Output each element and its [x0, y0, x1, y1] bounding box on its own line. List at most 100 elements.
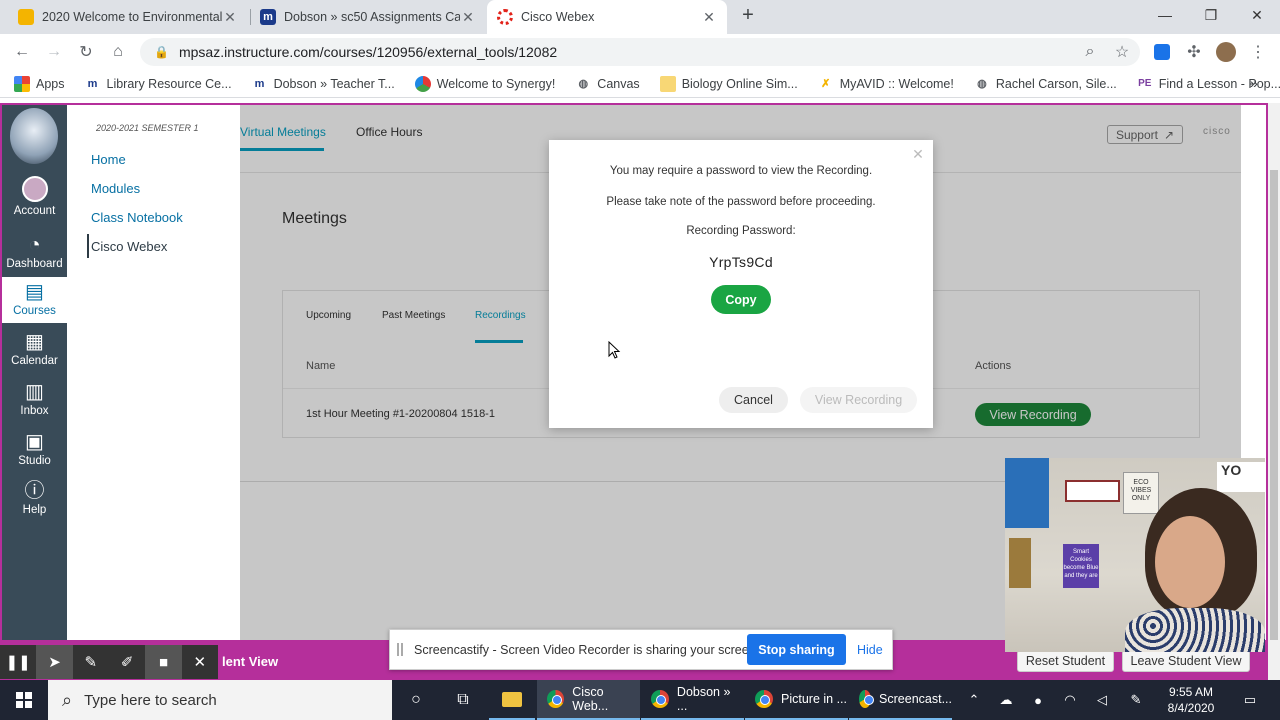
global-nav-courses[interactable]: ▤ Courses: [2, 277, 67, 323]
address-bar[interactable]: 🔒 mpsaz.instructure.com/courses/120956/e…: [140, 38, 1140, 66]
pointer-icon[interactable]: ➤: [36, 645, 73, 679]
leave-student-view-button[interactable]: Leave Student View: [1122, 650, 1250, 672]
course-nav-cisco-webex[interactable]: Cisco Webex: [91, 239, 167, 254]
browser-tab-cisco-webex[interactable]: Cisco Webex ✕: [487, 0, 727, 34]
close-tab-icon[interactable]: ✕: [460, 9, 476, 26]
clock-date: 8/4/2020: [1167, 701, 1215, 715]
bookmark-label: Dobson » Teacher T...: [273, 76, 395, 91]
taskbar-app-cisco-webex[interactable]: Cisco Web...: [537, 680, 640, 720]
minimize-icon[interactable]: —: [1142, 0, 1188, 30]
wifi-icon[interactable]: ◠: [1054, 680, 1086, 720]
global-nav-label: Account: [13, 205, 56, 217]
bookmark-canvas[interactable]: ◍ Canvas: [575, 76, 639, 92]
screen-share-message: Screencastify - Screen Video Recorder is…: [414, 643, 760, 657]
chrome-menu-icon[interactable]: ⋮: [1246, 40, 1270, 64]
close-tab-icon[interactable]: ✕: [222, 9, 238, 26]
help-icon: ⓘ: [24, 480, 45, 502]
global-nav-account[interactable]: Account: [2, 176, 67, 226]
taskbar-clock[interactable]: 9:55 AM 8/4/2020: [1160, 684, 1222, 716]
puzzle-extensions-icon[interactable]: ✣: [1182, 40, 1206, 64]
bookmark-apps[interactable]: Apps: [14, 75, 65, 92]
bookmark-label: Welcome to Synergy!: [436, 76, 556, 91]
cancel-button[interactable]: Cancel: [719, 387, 788, 413]
browser-tab-environmental[interactable]: 2020 Welcome to Environmental ✕: [8, 0, 248, 34]
bookmark-myavid[interactable]: ✗ MyAVID :: Welcome!: [818, 76, 954, 92]
cortana-icon[interactable]: ○: [393, 680, 439, 720]
tab-title: Dobson » sc50 Assignments Cale: [284, 10, 460, 24]
global-nav-dashboard[interactable]: ◔ Dashboard: [2, 235, 67, 275]
restore-icon[interactable]: ❐: [1188, 0, 1234, 30]
taskbar-search[interactable]: ⌕ Type here to search: [48, 680, 392, 720]
global-nav-calendar[interactable]: ▦ Calendar: [2, 332, 67, 372]
school-logo[interactable]: [10, 108, 58, 164]
global-nav-label: Help: [22, 504, 47, 516]
password-modal: [549, 140, 933, 428]
show-hidden-icons-icon[interactable]: ⌃: [958, 680, 990, 720]
chrome-icon: [651, 690, 669, 708]
hide-notice-button[interactable]: Hide: [857, 643, 883, 657]
home-icon[interactable]: ⌂: [106, 40, 130, 64]
global-nav-help[interactable]: ⓘ Help: [2, 481, 67, 521]
inbox-icon: ▥: [25, 381, 44, 403]
onedrive-icon[interactable]: ☁: [990, 680, 1022, 720]
bookmark-dobson[interactable]: m Dobson » Teacher T...: [252, 76, 395, 92]
taskbar-app-label: Screencast...: [879, 692, 952, 706]
modal-close-icon[interactable]: ✕: [910, 146, 926, 162]
forward-icon[interactable]: →: [42, 40, 66, 64]
bookmark-synergy[interactable]: Welcome to Synergy!: [414, 75, 556, 92]
course-nav-modules[interactable]: Modules: [91, 181, 140, 196]
reload-icon[interactable]: ↻: [74, 40, 98, 64]
pen-workspace-icon[interactable]: ✎: [1120, 680, 1152, 720]
bookmark-library[interactable]: m Library Resource Ce...: [85, 76, 232, 92]
bookmark-biology[interactable]: Biology Online Sim...: [659, 75, 798, 92]
modal-message-2: Please take note of the password before …: [606, 196, 876, 208]
camera-icon[interactable]: ■: [145, 645, 182, 679]
view-recording-button[interactable]: View Recording: [800, 387, 917, 413]
browser-tab-dobson[interactable]: m Dobson » sc50 Assignments Cale ✕: [250, 0, 486, 34]
close-toolbar-icon[interactable]: ✕: [182, 645, 218, 679]
notifications-icon[interactable]: ▭: [1234, 680, 1266, 720]
webcam-video[interactable]: ECO VIBES ONLY Smart Cookies become Blue…: [1005, 458, 1265, 652]
reset-student-button[interactable]: Reset Student: [1017, 650, 1114, 672]
pen-icon[interactable]: ✎: [73, 645, 109, 679]
task-view-icon[interactable]: ⧉: [440, 680, 486, 720]
bookmark-label: Find a Lesson - Pop...: [1158, 76, 1280, 91]
new-tab-button[interactable]: +: [737, 4, 759, 28]
scrollbar-thumb[interactable]: [1270, 170, 1278, 640]
global-nav-label: Courses: [13, 305, 56, 317]
taskbar-app-screencastify[interactable]: Screencast...: [849, 680, 952, 720]
course-nav-home[interactable]: Home: [91, 152, 126, 167]
back-icon[interactable]: ←: [10, 40, 34, 64]
highlighter-icon[interactable]: ✐: [109, 645, 145, 679]
global-nav-label: Calendar: [11, 355, 58, 367]
file-explorer-icon[interactable]: [489, 680, 535, 720]
chrome-icon: [859, 690, 875, 708]
bookmark-find-lesson[interactable]: PE Find a Lesson - Pop...: [1137, 76, 1280, 92]
global-nav-studio[interactable]: ▣ Studio: [2, 432, 67, 472]
stop-sharing-button[interactable]: Stop sharing: [747, 634, 846, 665]
drag-handle-icon[interactable]: [397, 643, 403, 656]
microphone-icon[interactable]: ●: [1022, 680, 1054, 720]
bookmark-rachel-carson[interactable]: ◍ Rachel Carson, Sile...: [974, 76, 1117, 92]
shelf-photos: [1065, 480, 1120, 502]
taskbar-app-dobson[interactable]: Dobson » ...: [641, 680, 744, 720]
profile-avatar-icon[interactable]: [1214, 40, 1238, 64]
more-bookmarks-icon[interactable]: »: [1250, 75, 1258, 91]
pe-icon: PE: [1138, 78, 1152, 89]
extension-icon[interactable]: [1150, 40, 1174, 64]
volume-icon[interactable]: ◁: [1086, 680, 1118, 720]
pause-icon[interactable]: ❚❚: [0, 645, 36, 679]
zoom-icon[interactable]: ⌕: [1078, 40, 1102, 64]
windows-start-icon[interactable]: [0, 680, 48, 720]
global-nav-inbox[interactable]: ▥ Inbox: [2, 382, 67, 422]
calendar-icon: ▦: [25, 331, 44, 353]
copy-button[interactable]: Copy: [711, 285, 771, 314]
close-tab-icon[interactable]: ✕: [701, 9, 717, 26]
star-icon[interactable]: ☆: [1110, 40, 1134, 64]
taskbar-app-picture-in-picture[interactable]: Picture in ...: [745, 680, 848, 720]
person-shirt: [1125, 608, 1265, 652]
course-nav-class-notebook[interactable]: Class Notebook: [91, 210, 183, 225]
close-window-icon[interactable]: ✕: [1234, 0, 1280, 30]
taskbar-app-label: Cisco Web...: [572, 685, 609, 713]
bookmark-label: Apps: [36, 76, 65, 91]
